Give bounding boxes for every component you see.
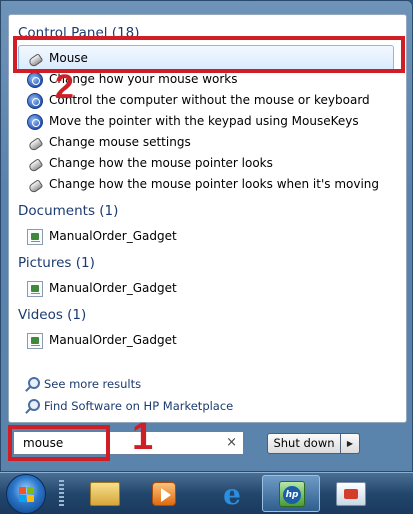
windows-explorer-icon[interactable] <box>90 482 120 506</box>
result-label: Move the pointer with the keypad using M… <box>49 114 359 128</box>
mouse-icon <box>27 135 43 151</box>
clear-search-icon[interactable]: × <box>226 432 237 454</box>
start-button[interactable] <box>6 474 46 514</box>
paint-icon[interactable] <box>336 482 366 506</box>
annotation-number-two: 2 <box>55 68 74 106</box>
taskbar: e hp <box>0 472 413 514</box>
result-label: Change how the mouse pointer looks when … <box>49 177 380 191</box>
result-label: Control the computer without the mouse o… <box>49 93 370 107</box>
result-pointer-moving[interactable]: Change how the mouse pointer looks when … <box>27 174 379 195</box>
find-software-link[interactable]: Find Software on HP Marketplace <box>25 396 233 416</box>
result-label: Change mouse settings <box>49 135 191 149</box>
media-player-icon[interactable] <box>152 482 176 506</box>
link-label: Find Software on HP Marketplace <box>44 399 234 413</box>
result-pointer-looks[interactable]: Change how the mouse pointer looks <box>27 153 273 174</box>
result-control-without-mouse[interactable]: Control the computer without the mouse o… <box>27 90 370 111</box>
ease-of-access-icon <box>27 71 43 88</box>
see-more-results-link[interactable]: See more results <box>25 374 141 394</box>
mouse-icon <box>27 156 43 172</box>
result-label: ManualOrder_Gadget <box>49 229 177 243</box>
internet-explorer-icon[interactable]: e <box>218 481 246 509</box>
result-picture[interactable]: ManualOrder_Gadget <box>27 278 177 299</box>
document-icon <box>27 280 43 297</box>
group-header-videos[interactable]: Videos (1) <box>18 305 86 325</box>
taskbar-grip <box>59 480 64 508</box>
result-label: ManualOrder_Gadget <box>49 281 177 295</box>
result-label: Change how the mouse pointer looks <box>49 156 273 170</box>
search-icon <box>25 377 40 391</box>
annotation-number-one: 1 <box>132 416 154 458</box>
group-header-pictures[interactable]: Pictures (1) <box>18 253 95 273</box>
document-icon <box>27 228 43 245</box>
result-label: ManualOrder_Gadget <box>49 333 177 347</box>
group-header-documents[interactable]: Documents (1) <box>18 201 118 221</box>
result-document[interactable]: ManualOrder_Gadget <box>27 226 177 247</box>
ease-of-access-icon <box>27 92 43 109</box>
shut-down-options-arrow-icon[interactable]: ▶ <box>341 433 360 454</box>
hp-app-button[interactable]: hp <box>262 475 320 512</box>
result-change-mouse-settings[interactable]: Change mouse settings <box>27 132 191 153</box>
document-icon <box>27 332 43 349</box>
result-mousekeys[interactable]: Move the pointer with the keypad using M… <box>27 111 359 132</box>
link-label: See more results <box>44 377 142 391</box>
hp-logo-icon: hp <box>279 481 305 507</box>
annotation-box-search <box>8 425 110 461</box>
search-icon <box>25 399 40 413</box>
mouse-icon <box>27 177 43 193</box>
result-video[interactable]: ManualOrder_Gadget <box>27 330 177 351</box>
shut-down-button[interactable]: Shut down <box>267 433 341 454</box>
ease-of-access-icon <box>27 113 43 130</box>
windows-logo-icon <box>19 487 35 503</box>
